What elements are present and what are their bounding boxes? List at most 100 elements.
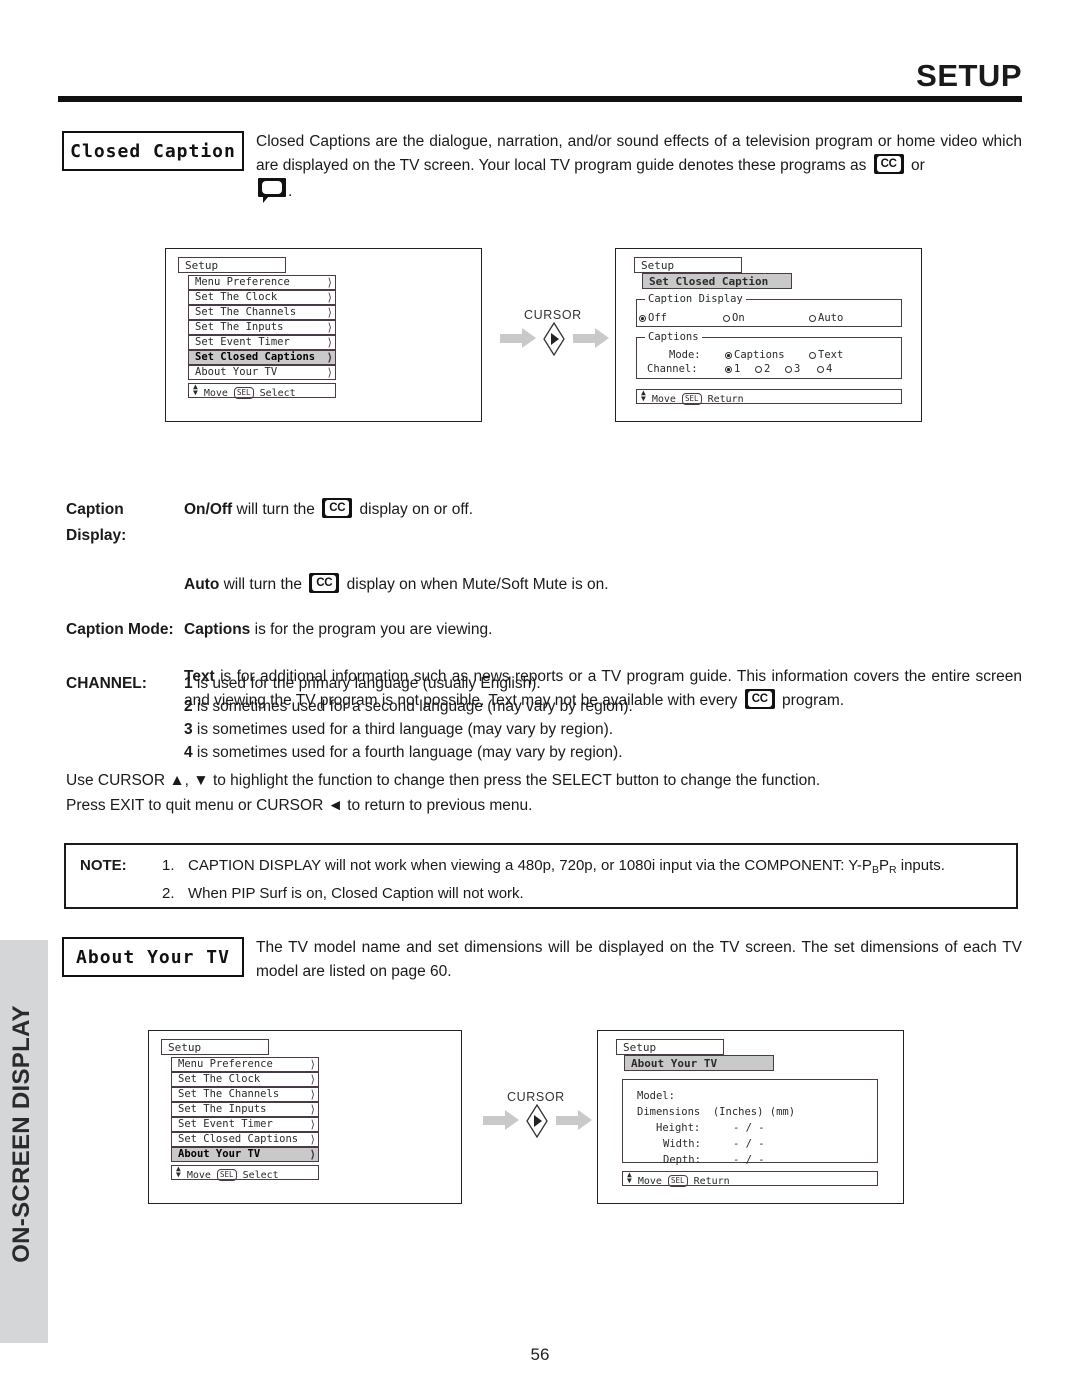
osd-c-row-set-the-inputs[interactable]: Set The Inputs ⟩ [171, 1102, 319, 1117]
note-item-number: 1. [162, 857, 175, 874]
up-down-arrow-icon: ▲ ▼ [641, 388, 646, 403]
osd-c-row-set-the-clock[interactable]: Set The Clock ⟩ [171, 1072, 319, 1087]
cursor-right-button-icon-2 [526, 1103, 548, 1139]
cursor-flow-label: CURSOR [524, 308, 582, 322]
channel-body: 2 is sometimes used for a second languag… [184, 698, 633, 715]
page-number: 56 [530, 1345, 550, 1364]
osd-b-mode-captions[interactable]: Captions [725, 349, 785, 361]
osd-b-hintbar: ▲ ▼ Move SEL Return [636, 388, 902, 405]
osd-d-title: About Your TV [624, 1055, 774, 1071]
osd-about-your-tv-screen: Setup About Your TV Model: Dimensions (I… [597, 1030, 904, 1204]
cc-icon [309, 573, 340, 593]
radio-off-icon [785, 366, 792, 373]
osd-c-row-set-event-timer[interactable]: Set Event Timer ⟩ [171, 1117, 319, 1132]
channel-body: 3 is sometimes used for a third language… [184, 721, 614, 738]
osd-d-dimensions-label: Dimensions (Inches) (mm) [637, 1106, 796, 1118]
osd-b-channel-label: Channel: [647, 363, 698, 375]
osd-d-depth-label: Depth: [663, 1154, 701, 1166]
osd-b-mode-text[interactable]: Text [809, 349, 843, 361]
note-item-text: CAPTION DISPLAY will not work when viewi… [188, 857, 945, 876]
note-box: NOTE: 1. CAPTION DISPLAY will not work w… [64, 843, 1018, 909]
osd-b-caption-display-auto[interactable]: Auto [809, 312, 843, 324]
osd-a-row-set-the-clock[interactable]: Set The Clock ⟩ [188, 290, 336, 305]
osd-d-height-label: Height: [656, 1122, 701, 1134]
osd-d-depth-value: - / - [733, 1154, 765, 1166]
osd-a-row-set-the-inputs[interactable]: Set The Inputs ⟩ [188, 320, 336, 335]
right-arrow-icon-3 [483, 1110, 519, 1130]
radio-on-icon [725, 366, 732, 373]
osd-b-breadcrumb[interactable]: Setup [634, 257, 742, 273]
osd-c-row-set-the-channels[interactable]: Set The Channels ⟩ [171, 1087, 319, 1102]
osd-b-caption-display-off[interactable]: Off [639, 312, 667, 324]
osd-c-row-about-your-tv[interactable]: About Your TV ⟩ [171, 1147, 319, 1162]
osd-c-row-set-closed-captions[interactable]: Set Closed Captions ⟩ [171, 1132, 319, 1147]
definition-term: Caption Mode: [66, 621, 174, 638]
radio-on-icon [725, 352, 732, 359]
channel-row: CHANNEL: 1 is used for the primary langu… [66, 672, 1022, 695]
osd-b-channel-3[interactable]: 3 [785, 363, 800, 375]
up-down-arrow-icon: ▲ ▼ [193, 382, 198, 397]
channel-definitions: CHANNEL: 1 is used for the primary langu… [66, 672, 1022, 764]
definition-auto: Auto will turn the display on when Mute/… [184, 573, 1022, 597]
osd-b-channel-2[interactable]: 2 [755, 363, 770, 375]
note-item-2: 2. When PIP Surf is on, Closed Caption w… [162, 882, 1016, 906]
channel-term: CHANNEL: [66, 675, 147, 692]
osd-a-row-set-event-timer[interactable]: Set Event Timer ⟩ [188, 335, 336, 350]
side-tab-on-screen-display: ON-SCREEN DISPLAY [0, 940, 48, 1343]
osd-c-row-menu-preference[interactable]: Menu Preference ⟩ [171, 1057, 319, 1072]
note-item-number: 2. [162, 885, 175, 902]
closed-caption-section-label: Closed Caption [62, 131, 244, 171]
caption-balloon-icon [258, 178, 286, 203]
closed-caption-intro-period: . [288, 183, 293, 200]
closed-caption-intro: Closed Captions are the dialogue, narrat… [256, 130, 1022, 204]
cursor-usage-note: Use CURSOR ▲, ▼ to highlight the functio… [66, 768, 1022, 818]
closed-caption-intro-text: Closed Captions are the dialogue, narrat… [256, 133, 1022, 174]
right-arrow-icon-1 [500, 328, 536, 348]
osd-b-caption-display-legend: Caption Display [645, 293, 746, 305]
osd-b-caption-display-on[interactable]: On [723, 312, 745, 324]
osd-b-channel-4[interactable]: 4 [817, 363, 832, 375]
definition-term: Caption Display: [66, 501, 127, 544]
osd-d-width-label: Width: [663, 1138, 701, 1150]
osd-b-caption-display-group: Caption Display Off On Auto [636, 293, 902, 327]
up-down-arrow-icon: ▲ ▼ [176, 1164, 181, 1179]
cc-icon [873, 154, 904, 174]
osd-c-title: Setup [161, 1039, 269, 1055]
cc-icon [322, 498, 353, 518]
osd-set-closed-caption: Setup Set Closed Caption Caption Display… [615, 248, 922, 422]
side-tab-label: ON-SCREEN DISPLAY [8, 1005, 35, 1263]
osd-d-width-value: - / - [733, 1138, 765, 1150]
right-arrow-icon-2 [573, 328, 609, 348]
closed-caption-intro-or: or [910, 157, 925, 174]
radio-on-icon [639, 315, 646, 322]
osd-b-mode-label: Mode: [669, 349, 701, 361]
channel-row: 4 is sometimes used for a fourth languag… [66, 741, 1022, 764]
channel-body: 4 is sometimes used for a fourth languag… [184, 744, 623, 761]
osd-b-captions-group: Captions Mode: Captions Text Channel: 1 … [636, 331, 902, 379]
radio-off-icon [755, 366, 762, 373]
radio-off-icon [817, 366, 824, 373]
osd-a-row-about-your-tv[interactable]: About Your TV ⟩ [188, 365, 336, 380]
osd-a-row-menu-preference[interactable]: Menu Preference ⟩ [188, 275, 336, 290]
osd-b-title: Set Closed Caption [642, 273, 792, 289]
sel-key-icon: SEL [667, 1175, 688, 1187]
sel-key-icon: SEL [681, 393, 702, 405]
osd-d-breadcrumb[interactable]: Setup [616, 1039, 724, 1055]
osd-a-row-set-the-channels[interactable]: Set The Channels ⟩ [188, 305, 336, 320]
channel-body: 1 is used for the primary language (usua… [184, 675, 541, 692]
definition-body: On/Off will turn the display on or off. [184, 497, 1022, 549]
osd-b-channel-1[interactable]: 1 [725, 363, 740, 375]
cursor-usage-line2: Press EXIT to quit menu or CURSOR ◄ to r… [66, 797, 533, 814]
right-arrow-icon-4 [556, 1110, 592, 1130]
page-title: SETUP [916, 58, 1022, 93]
definition-caption-display: Caption Display: On/Off will turn the di… [66, 497, 1022, 549]
osd-setup-menu-about-your-tv: Setup Menu Preference ⟩ Set The Clock ⟩ Se… [148, 1030, 462, 1204]
note-label: NOTE: [80, 857, 127, 874]
osd-a-title: Setup [178, 257, 286, 273]
sel-key-icon: SEL [233, 387, 254, 399]
radio-off-icon [723, 315, 730, 322]
osd-b-captions-legend: Captions [645, 331, 702, 343]
osd-a-row-set-closed-captions[interactable]: Set Closed Captions ⟩ [188, 350, 336, 365]
title-rule [58, 96, 1022, 102]
channel-row: 2 is sometimes used for a second languag… [66, 695, 1022, 718]
